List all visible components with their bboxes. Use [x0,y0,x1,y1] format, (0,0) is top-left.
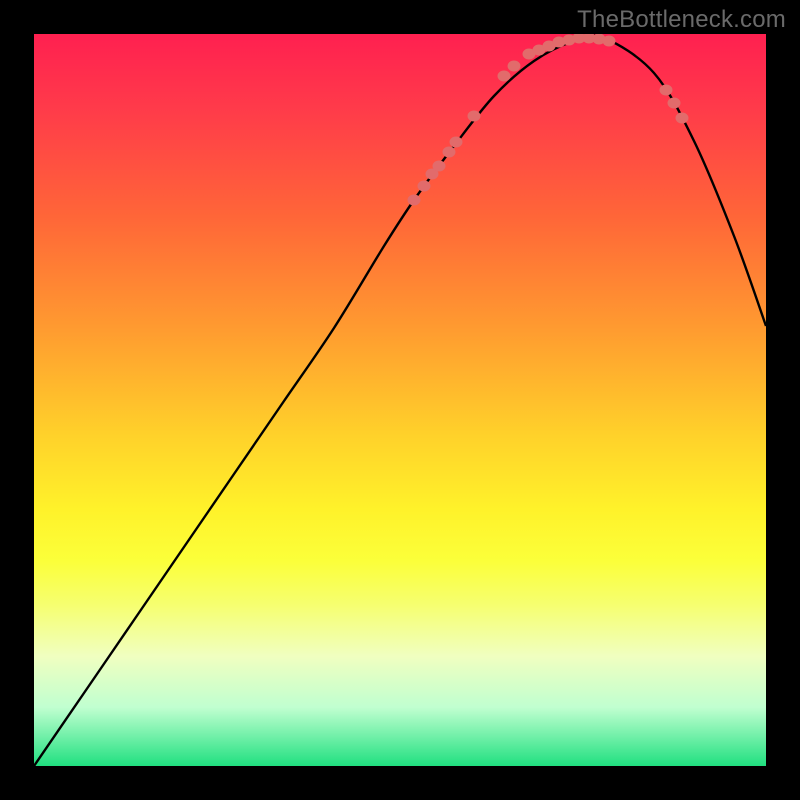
data-point [668,98,681,109]
bottleneck-curve [34,36,766,766]
data-point [433,161,446,172]
data-point [450,137,463,148]
data-point [443,147,456,158]
data-point [418,181,431,192]
data-point [508,61,521,72]
data-point [603,36,616,47]
watermark-text: TheBottleneck.com [577,6,786,34]
data-point [408,195,421,206]
data-point [660,85,673,96]
data-points [408,34,689,206]
data-point [498,71,511,82]
chart-svg [34,34,766,766]
plot-area [34,34,766,766]
data-point [468,111,481,122]
data-point [676,113,689,124]
